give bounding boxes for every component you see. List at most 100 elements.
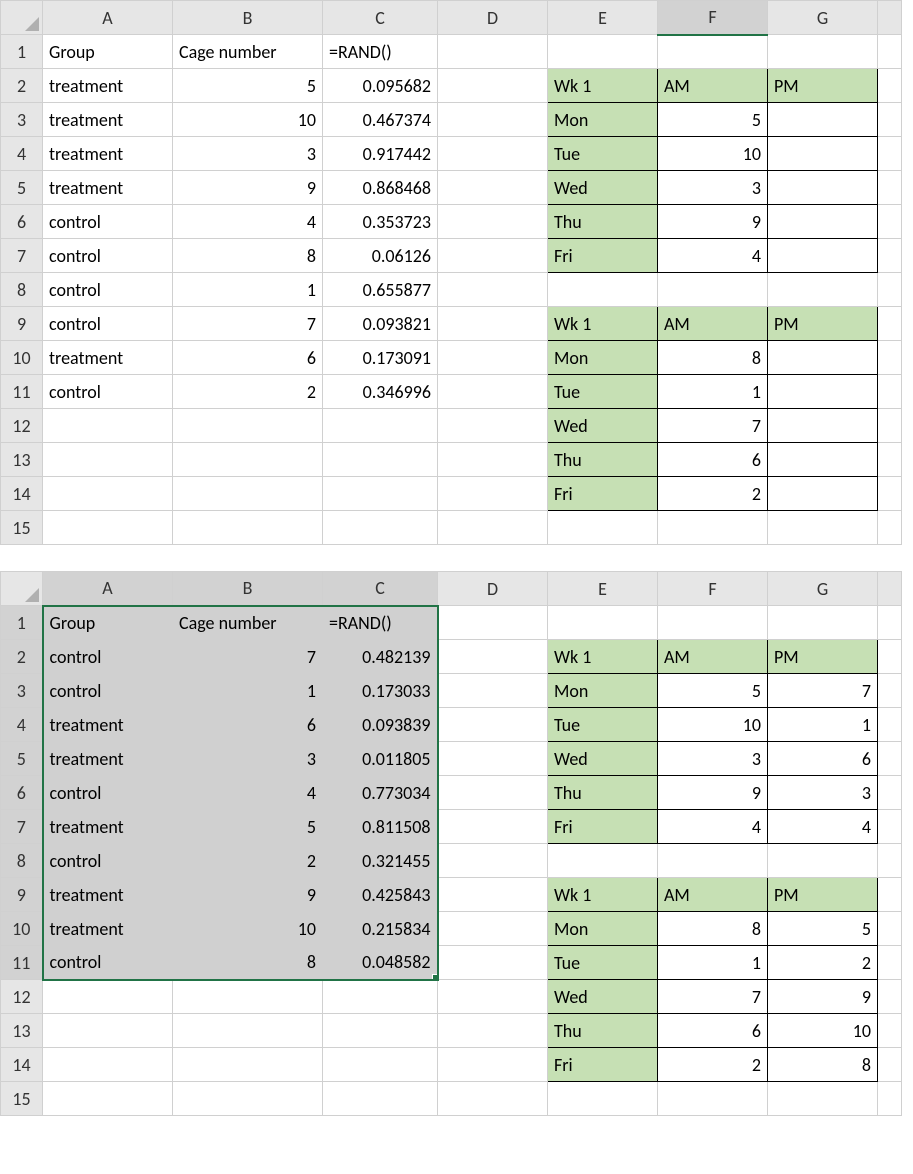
cell[interactable]: 1 [173, 674, 323, 708]
cell[interactable] [173, 1014, 323, 1048]
cell[interactable] [878, 205, 902, 239]
cell[interactable] [768, 606, 878, 640]
row-header[interactable]: 2 [1, 640, 43, 674]
cell[interactable] [768, 205, 878, 239]
cell[interactable]: =RAND() [323, 606, 438, 640]
cell[interactable] [878, 511, 902, 545]
cell[interactable] [438, 239, 548, 273]
cell[interactable]: control [43, 239, 173, 273]
cell[interactable]: treatment [43, 810, 173, 844]
cell[interactable]: 5 [173, 69, 323, 103]
cell[interactable]: 9 [658, 205, 768, 239]
cell[interactable] [548, 1082, 658, 1116]
cell[interactable]: control [43, 375, 173, 409]
row-header[interactable]: 2 [1, 69, 43, 103]
cell[interactable]: 0.048582 [323, 946, 438, 980]
row-header[interactable]: 11 [1, 375, 43, 409]
cell[interactable] [878, 35, 902, 69]
cell[interactable] [878, 606, 902, 640]
row-header[interactable]: 1 [1, 606, 43, 640]
cell[interactable]: Thu [548, 776, 658, 810]
cell[interactable] [438, 307, 548, 341]
cell[interactable]: 6 [768, 742, 878, 776]
cell[interactable] [548, 35, 658, 69]
cell[interactable] [43, 443, 173, 477]
cell[interactable] [438, 375, 548, 409]
cell[interactable] [323, 980, 438, 1014]
cell[interactable]: 7 [173, 640, 323, 674]
cell[interactable] [43, 980, 173, 1014]
cell[interactable] [878, 674, 902, 708]
grid-top[interactable]: A B C D E F G 1 Group Cage number =RAND(… [0, 0, 902, 545]
cell[interactable] [658, 606, 768, 640]
cell[interactable]: Tue [548, 375, 658, 409]
cell[interactable]: =RAND() [323, 35, 438, 69]
col-header-tail[interactable] [878, 572, 902, 606]
cell[interactable] [43, 1048, 173, 1082]
cell[interactable] [438, 674, 548, 708]
row-header[interactable]: 5 [1, 171, 43, 205]
cell[interactable]: 0.425843 [323, 878, 438, 912]
cell[interactable] [768, 341, 878, 375]
cell[interactable] [548, 273, 658, 307]
cell[interactable]: 1 [173, 273, 323, 307]
cell[interactable]: control [43, 674, 173, 708]
cell[interactable]: 7 [658, 980, 768, 1014]
cell[interactable] [173, 980, 323, 1014]
cell[interactable]: 7 [173, 307, 323, 341]
cell[interactable] [43, 511, 173, 545]
cell[interactable] [878, 810, 902, 844]
cell[interactable]: Wed [548, 980, 658, 1014]
cell[interactable]: 3 [658, 171, 768, 205]
cell[interactable] [878, 103, 902, 137]
cell[interactable] [878, 137, 902, 171]
cell[interactable]: 0.811508 [323, 810, 438, 844]
cell[interactable] [878, 946, 902, 980]
cell[interactable]: Thu [548, 1014, 658, 1048]
cell[interactable] [658, 511, 768, 545]
cell[interactable]: Fri [548, 810, 658, 844]
cell[interactable] [768, 171, 878, 205]
cell[interactable]: control [43, 640, 173, 674]
row-header[interactable]: 14 [1, 1048, 43, 1082]
cell[interactable]: Wed [548, 742, 658, 776]
row-header[interactable]: 9 [1, 307, 43, 341]
row-header[interactable]: 11 [1, 946, 43, 980]
col-header-C[interactable]: C [323, 1, 438, 35]
cell[interactable]: 0.173091 [323, 341, 438, 375]
cell[interactable]: 2 [658, 477, 768, 511]
cell[interactable]: 0.011805 [323, 742, 438, 776]
row-header[interactable]: 14 [1, 477, 43, 511]
cell[interactable]: treatment [43, 137, 173, 171]
cell[interactable] [548, 511, 658, 545]
row-header[interactable]: 6 [1, 205, 43, 239]
cell[interactable]: 3 [173, 742, 323, 776]
cell[interactable] [43, 477, 173, 511]
cell[interactable] [878, 443, 902, 477]
cell[interactable]: 0.482139 [323, 640, 438, 674]
cell[interactable]: 5 [658, 674, 768, 708]
col-header-G[interactable]: G [768, 1, 878, 35]
cell[interactable] [323, 511, 438, 545]
col-header-tail[interactable] [878, 1, 902, 35]
cell[interactable]: Fri [548, 1048, 658, 1082]
cell[interactable]: 1 [658, 946, 768, 980]
cell[interactable]: control [43, 307, 173, 341]
cell[interactable]: 4 [658, 810, 768, 844]
cell[interactable] [438, 844, 548, 878]
cell[interactable]: 6 [173, 341, 323, 375]
cell[interactable] [173, 443, 323, 477]
cell[interactable] [658, 844, 768, 878]
cell[interactable] [438, 946, 548, 980]
cell[interactable] [878, 341, 902, 375]
cell[interactable]: 10 [768, 1014, 878, 1048]
cell[interactable]: treatment [43, 341, 173, 375]
row-header[interactable]: 6 [1, 776, 43, 810]
cell[interactable] [768, 477, 878, 511]
col-header-F[interactable]: F [658, 572, 768, 606]
cell[interactable] [768, 273, 878, 307]
cell[interactable]: AM [658, 878, 768, 912]
cell[interactable] [438, 606, 548, 640]
cell[interactable] [438, 341, 548, 375]
row-header[interactable]: 15 [1, 511, 43, 545]
